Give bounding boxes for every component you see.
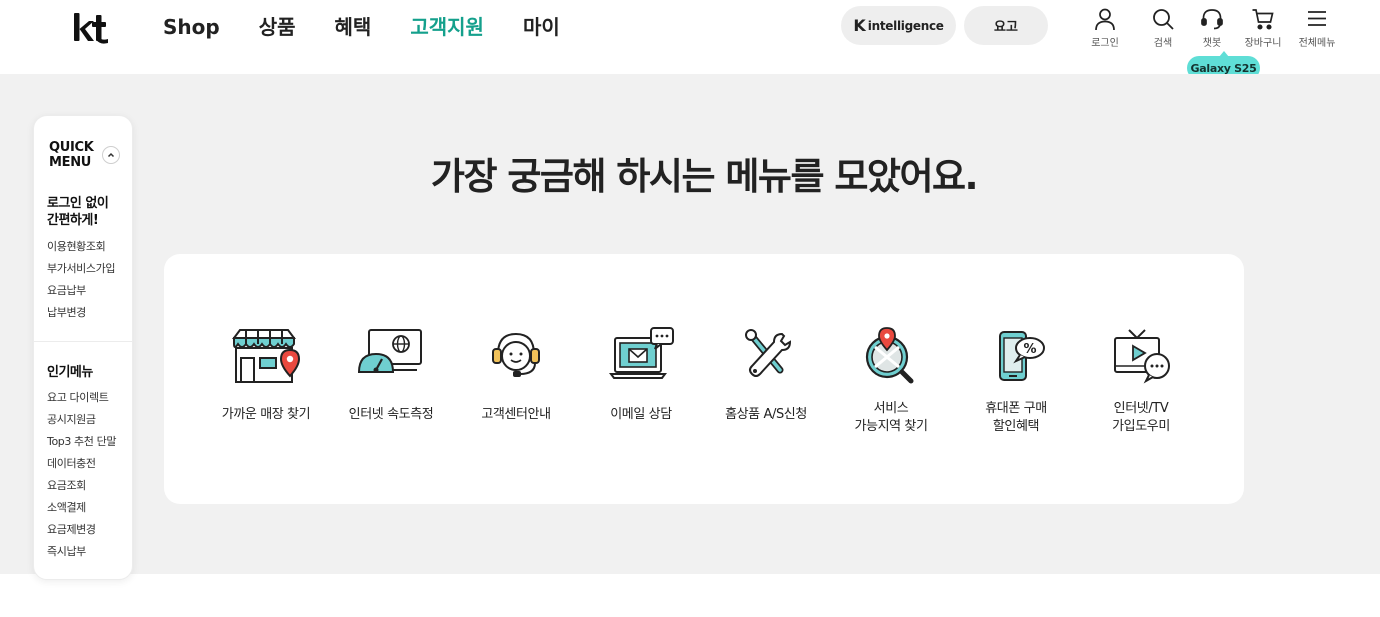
quick-item-pay-change[interactable]: 납부변경 [47,302,115,324]
service-label: 가까운 매장 찾기 [221,407,311,422]
k-intelligence-button[interactable]: K intelligence [841,6,956,45]
service-home-as[interactable]: 홈상품 A/S신청 [701,326,831,424]
svg-text:%: % [1023,342,1036,357]
service-label: 인터넷 속도측정 [348,407,434,422]
service-speed-test[interactable]: 인터넷 속도측정 [326,326,456,424]
quick-item-plan-change[interactable]: 요금제변경 [47,519,116,541]
cart-button[interactable]: 장바구니 [1237,6,1289,49]
quick-divider [34,341,132,342]
login-button[interactable]: 로그인 [1079,6,1131,49]
quick-section-no-login-title: 로그인 없이 간편하게! [47,195,109,229]
all-menu-button[interactable]: 전체메뉴 [1291,6,1343,49]
nav-products[interactable]: 상품 [259,14,296,40]
search-label: 검색 [1153,38,1173,49]
quick-item-pay[interactable]: 요금납부 [47,280,115,302]
page-headline: 가장 궁금해 하시는 메뉴를 모았어요. [430,155,979,198]
service-phone-discount[interactable]: % 휴대폰 구매 할인혜택 [951,326,1081,436]
quick-item-bill[interactable]: 요금조회 [47,475,116,497]
speedometer-monitor-icon [357,329,422,373]
service-email[interactable]: 이메일 상담 [576,326,706,424]
chatbot-button[interactable]: 챗봇 [1186,6,1238,49]
service-label: 인터넷/TV 가입도우미 [1112,401,1170,434]
service-label: 서비스 가능지역 찾기 [854,401,928,434]
service-label: 고객센터안내 [481,407,551,422]
search-button[interactable]: 검색 [1137,6,1189,49]
main-nav: Shop 상품 혜택 고객지원 마이 [163,14,599,40]
quick-item-top3[interactable]: Top3 추천 단말 [47,431,116,453]
quick-item-micropay[interactable]: 소액결제 [47,497,116,519]
quick-section-popular-title: 인기메뉴 [47,365,93,380]
service-coverage[interactable]: 서비스 가능지역 찾기 [826,326,956,436]
k-intelligence-text: intelligence [867,18,944,33]
cart-label: 장바구니 [1244,38,1282,49]
service-card: 가까운 매장 찾기 인터넷 속도측정 고객센터안내 이메일 상담 홈상품 A/S… [164,254,1244,504]
store-icon [232,329,301,383]
quick-list-popular: 요고 다이렉트 공시지원금 Top3 추천 단말 데이터충전 요금조회 소액결제… [47,387,116,563]
hamburger-icon [1308,11,1326,26]
service-find-store[interactable]: 가까운 매장 찾기 [201,326,331,424]
login-label: 로그인 [1091,38,1119,49]
quick-section1-title-line2: 간편하게! [47,213,99,228]
location-magnifier-icon [865,327,914,384]
quick-list-no-login: 이용현황조회 부가서비스가입 요금납부 납부변경 [47,236,115,324]
service-label: 이메일 상담 [610,407,672,422]
service-customer-center[interactable]: 고객센터안내 [451,326,581,424]
headset-icon [1201,9,1223,30]
nav-customer-support[interactable]: 고객지원 [410,14,484,40]
email-laptop-icon [609,327,674,379]
cart-icon [1252,9,1274,30]
tv-chat-icon [1114,329,1170,384]
quick-item-data-charge[interactable]: 데이터충전 [47,453,116,475]
service-label: 홈상품 A/S신청 [725,407,807,422]
service-internet-tv[interactable]: 인터넷/TV 가입도우미 [1076,326,1206,436]
yogo-button[interactable]: 요고 [964,6,1048,45]
nav-benefits[interactable]: 혜택 [335,14,372,40]
chatbot-label: 챗봇 [1202,38,1222,49]
quick-item-subsidy[interactable]: 공시지원금 [47,409,116,431]
service-label: 휴대폰 구매 할인혜택 [985,401,1047,434]
nav-shop[interactable]: Shop [163,14,220,40]
all-menu-label: 전체메뉴 [1298,38,1336,49]
quick-item-instant-pay[interactable]: 즉시납부 [47,541,116,563]
person-icon [1095,8,1115,31]
phone-discount-icon: % [999,331,1045,381]
k-intelligence-mark: K [853,16,865,35]
kt-logo[interactable] [72,10,112,44]
quick-item-usage[interactable]: 이용현황조회 [47,236,115,258]
headset-agent-icon [492,332,540,377]
search-icon [1153,9,1174,30]
quick-item-yogo-direct[interactable]: 요고 다이렉트 [47,387,116,409]
quick-item-addon[interactable]: 부가서비스가입 [47,258,115,280]
header: Shop 상품 혜택 고객지원 마이 K intelligence 요고 로그인… [0,0,1380,80]
nav-my[interactable]: 마이 [523,14,560,40]
tools-icon [745,329,792,377]
